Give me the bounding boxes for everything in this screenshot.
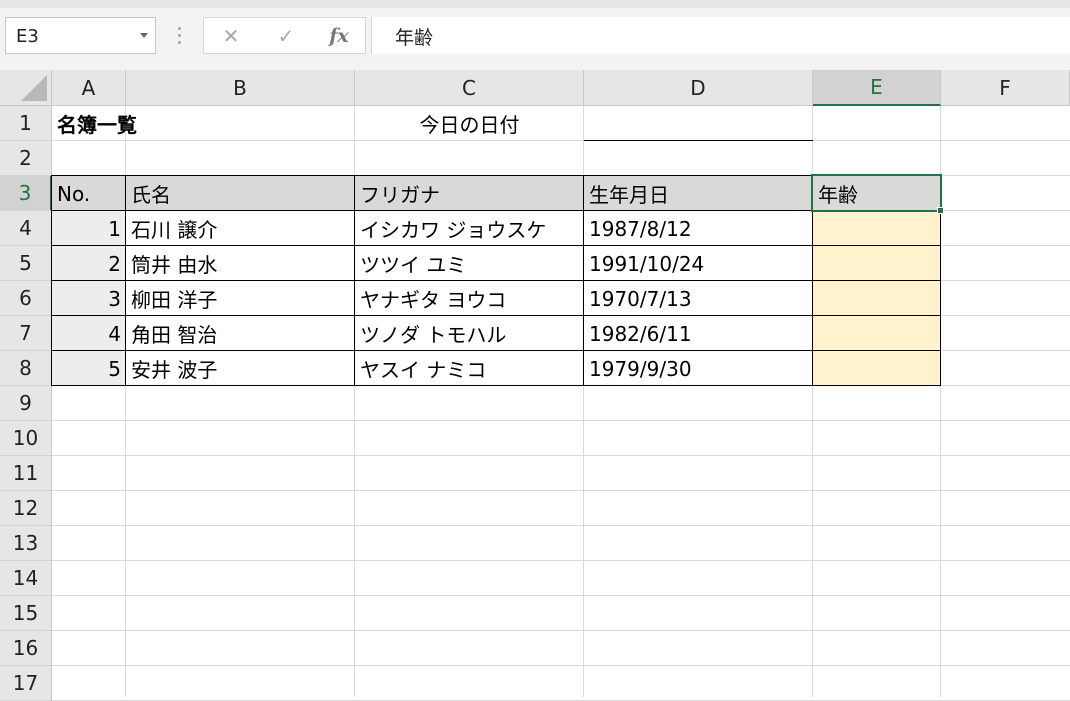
record-name[interactable]: 柳田 洋子	[126, 281, 355, 316]
record-age[interactable]	[813, 211, 941, 246]
gridline-horizontal	[52, 455, 1070, 456]
record-birthdate[interactable]: 1979/9/30	[584, 351, 813, 386]
gridline-horizontal	[52, 630, 1070, 631]
row-header-8[interactable]: 8	[0, 351, 52, 386]
table-border	[51, 280, 941, 281]
table-border	[51, 245, 941, 246]
record-kana[interactable]: ツノダ トモハル	[355, 316, 584, 351]
spreadsheet-grid: A B C D E F 1 2 3 4 5 6 7 8 9 10 11 12 13 14 15 16 17 名簿一覧 今日の日付…	[0, 70, 1070, 701]
column-header-c[interactable]: C	[355, 70, 584, 106]
drag-handle-icon[interactable]	[178, 27, 181, 44]
sheet-title[interactable]: 名簿一覧	[52, 106, 137, 141]
row-header-13[interactable]: 13	[0, 526, 52, 561]
record-no[interactable]: 4	[52, 316, 126, 351]
header-birthdate[interactable]: 生年月日	[584, 176, 813, 211]
record-birthdate[interactable]: 1970/7/13	[584, 281, 813, 316]
formula-text: 年齢	[395, 27, 434, 49]
gridline-horizontal	[52, 560, 1070, 561]
date-underline	[584, 140, 813, 141]
row-header-9[interactable]: 9	[0, 386, 52, 421]
record-kana[interactable]: ツツイ ユミ	[355, 246, 584, 281]
column-header-f[interactable]: F	[941, 70, 1070, 106]
record-age[interactable]	[813, 281, 941, 316]
record-birthdate[interactable]: 1987/8/12	[584, 211, 813, 246]
date-label[interactable]: 今日の日付	[355, 106, 584, 141]
record-age[interactable]	[813, 246, 941, 281]
gridline-horizontal	[52, 490, 1070, 491]
record-age[interactable]	[813, 351, 941, 386]
row-header-17[interactable]: 17	[0, 666, 52, 701]
close-icon[interactable]: ✕	[218, 24, 244, 48]
table-border	[51, 175, 941, 176]
record-name[interactable]: 石川 譲介	[126, 211, 355, 246]
row-header-3[interactable]: 3	[0, 176, 52, 211]
record-no[interactable]: 5	[52, 351, 126, 386]
check-icon[interactable]: ✓	[273, 24, 299, 48]
date-value-cell[interactable]	[584, 106, 813, 141]
record-no[interactable]: 3	[52, 281, 126, 316]
formula-buttons: ✕ ✓ fx	[203, 17, 366, 54]
gridline-horizontal	[52, 665, 1070, 666]
column-header-e[interactable]: E	[813, 70, 941, 106]
gridline-horizontal	[52, 525, 1070, 526]
record-name[interactable]: 筒井 由水	[126, 246, 355, 281]
row-header-15[interactable]: 15	[0, 596, 52, 631]
fx-icon[interactable]: fx	[326, 24, 352, 48]
row-header-11[interactable]: 11	[0, 456, 52, 491]
table-border	[51, 315, 941, 316]
row-header-6[interactable]: 6	[0, 281, 52, 316]
record-birthdate[interactable]: 1991/10/24	[584, 246, 813, 281]
header-kana[interactable]: フリガナ	[355, 176, 584, 211]
record-kana[interactable]: ヤナギタ ヨウコ	[355, 281, 584, 316]
select-all-icon	[21, 75, 47, 101]
header-name[interactable]: 氏名	[126, 176, 355, 211]
name-box[interactable]: E3	[5, 17, 156, 54]
active-cell-outline	[811, 174, 942, 212]
record-age[interactable]	[813, 316, 941, 351]
record-kana[interactable]: イシカワ ジョウスケ	[355, 211, 584, 246]
row-header-14[interactable]: 14	[0, 561, 52, 596]
row-header-12[interactable]: 12	[0, 491, 52, 526]
formula-input[interactable]: 年齢	[371, 17, 1070, 54]
column-header-a[interactable]: A	[52, 70, 126, 106]
select-all-button[interactable]	[0, 70, 52, 106]
row-header-16[interactable]: 16	[0, 631, 52, 666]
fill-handle[interactable]	[937, 207, 944, 214]
record-name[interactable]: 安井 波子	[126, 351, 355, 386]
column-header-b[interactable]: B	[126, 70, 355, 106]
record-birthdate[interactable]: 1982/6/11	[584, 316, 813, 351]
row-header-10[interactable]: 10	[0, 421, 52, 456]
table-border	[51, 385, 941, 386]
name-box-value: E3	[16, 26, 39, 47]
ribbon-edge	[0, 0, 1070, 8]
record-kana[interactable]: ヤスイ ナミコ	[355, 351, 584, 386]
record-no[interactable]: 2	[52, 246, 126, 281]
header-no[interactable]: No.	[52, 176, 126, 211]
chevron-down-icon[interactable]	[140, 33, 148, 38]
row-header-4[interactable]: 4	[0, 211, 52, 246]
table-border	[51, 350, 941, 351]
gridline-horizontal	[52, 420, 1070, 421]
record-name[interactable]: 角田 智治	[126, 316, 355, 351]
row-header-1[interactable]: 1	[0, 106, 52, 141]
row-header-5[interactable]: 5	[0, 246, 52, 281]
column-header-d[interactable]: D	[584, 70, 813, 106]
table-border	[51, 210, 941, 211]
gridline-horizontal	[52, 595, 1070, 596]
formula-bar: E3 ✕ ✓ fx 年齢	[0, 8, 1070, 71]
row-header-2[interactable]: 2	[0, 141, 52, 176]
row-header-7[interactable]: 7	[0, 316, 52, 351]
record-no[interactable]: 1	[52, 211, 126, 246]
